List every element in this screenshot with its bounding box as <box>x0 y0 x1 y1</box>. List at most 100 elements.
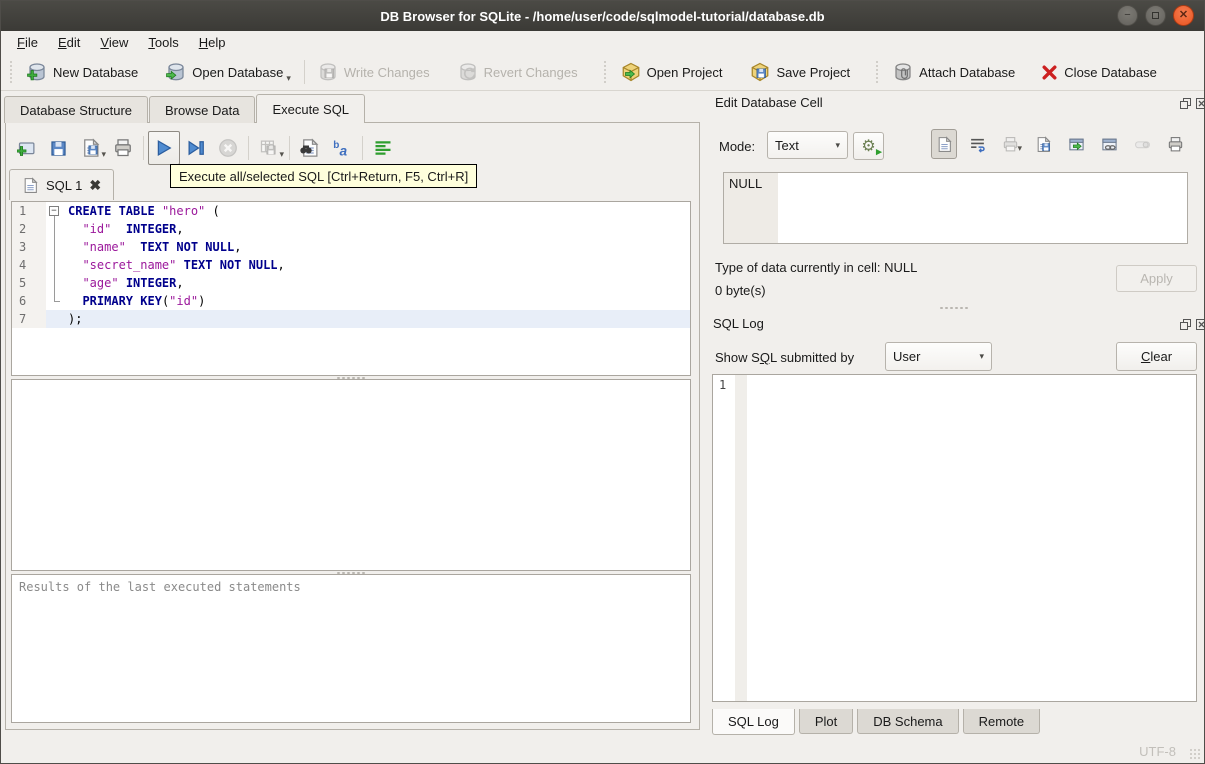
word-wrap-icon <box>969 136 986 153</box>
menu-view[interactable]: View <box>90 33 138 52</box>
fold-margin <box>46 274 64 292</box>
open-database-menu-caret[interactable]: ▾ <box>286 73 291 84</box>
open-database-icon <box>166 62 186 82</box>
toolbar-grip[interactable] <box>9 60 14 84</box>
tab-database-structure[interactable]: Database Structure <box>4 96 149 123</box>
fold-margin[interactable]: − <box>46 202 64 220</box>
window-maximize-button[interactable] <box>1145 5 1166 26</box>
dock-tab-plot[interactable]: Plot <box>798 709 854 734</box>
fold-collapse-icon[interactable]: − <box>49 206 59 216</box>
printer-icon <box>113 138 133 158</box>
new-database-icon <box>27 62 47 82</box>
results-grid-pane[interactable] <box>11 379 691 571</box>
dock-splitter[interactable] <box>939 306 969 310</box>
float-panel-icon[interactable] <box>1179 97 1192 110</box>
titlebar[interactable]: DB Browser for SQLite - /home/user/code/… <box>1 1 1204 31</box>
editor-line[interactable]: 6 PRIMARY KEY("id") <box>12 292 690 310</box>
sql-editor-tab[interactable]: SQL 1 ✖ <box>9 169 115 200</box>
mode-combobox[interactable]: Text ▾ <box>767 131 848 159</box>
open-external-icon <box>1068 136 1085 153</box>
auto-switch-mode-button[interactable]: ⚙ ▸ <box>853 132 884 160</box>
execute-all-icon <box>154 138 174 158</box>
open-external-button[interactable] <box>1063 129 1089 159</box>
printer-icon <box>1167 136 1184 153</box>
menu-file[interactable]: File <box>7 33 48 52</box>
stop-execution-button <box>212 131 244 165</box>
fold-margin <box>46 256 64 274</box>
editor-line[interactable]: 4 "secret_name" TEXT NOT NULL, <box>12 256 690 274</box>
execute-line-button[interactable] <box>180 131 212 165</box>
execute-all-button[interactable] <box>148 131 180 165</box>
sql-log-area[interactable]: 1 <box>712 374 1197 702</box>
close-panel-icon[interactable] <box>1195 97 1205 110</box>
menu-help[interactable]: Help <box>189 33 236 52</box>
line-number: 3 <box>12 238 46 256</box>
attach-database-button[interactable]: Attach Database <box>884 57 1024 87</box>
sql-editor[interactable]: 1− CREATE TABLE "hero" (2 "id" INTEGER, 3 … <box>11 201 691 376</box>
resize-grip[interactable] <box>1189 748 1201 760</box>
save-project-button[interactable]: Save Project <box>741 57 859 87</box>
editor-line[interactable]: 3 "name" TEXT NOT NULL, <box>12 238 690 256</box>
copy-link-button[interactable] <box>1096 129 1122 159</box>
stop-icon <box>218 138 238 158</box>
cell-editor-area[interactable]: NULL <box>723 172 1188 244</box>
dock-tab-remote[interactable]: Remote <box>962 709 1041 734</box>
tab-browse-data[interactable]: Browse Data <box>149 96 256 123</box>
open-sql-tab-button[interactable] <box>11 131 43 165</box>
print-sql-button[interactable] <box>107 131 139 165</box>
close-icon: ✕ <box>1178 9 1189 21</box>
text-document-icon <box>936 136 953 153</box>
save-file-icon <box>81 138 101 158</box>
close-database-button[interactable]: Close Database <box>1032 57 1166 87</box>
code-text: CREATE TABLE "hero" ( <box>68 204 220 218</box>
word-wrap-button[interactable] <box>964 129 990 159</box>
edit-cell-title: Edit Database Cell <box>715 95 823 110</box>
close-panel-icon[interactable] <box>1195 318 1205 331</box>
find-in-sql-button[interactable] <box>294 131 326 165</box>
ab-icon <box>332 138 352 158</box>
format-sql-button[interactable] <box>367 131 399 165</box>
fold-margin <box>46 238 64 256</box>
cell-null-gutter: NULL <box>724 173 778 243</box>
code-text: ); <box>64 310 690 328</box>
open-project-button[interactable]: Open Project <box>612 57 732 87</box>
log-filter-combobox[interactable]: User ▾ <box>885 342 992 371</box>
menu-tools[interactable]: Tools <box>138 33 188 52</box>
editor-line[interactable]: 1− CREATE TABLE "hero" ( <box>12 202 690 220</box>
line-number: 6 <box>12 292 46 310</box>
dock-tab-sql-log[interactable]: SQL Log <box>712 709 795 735</box>
main-tabbar: Database Structure Browse Data Execute S… <box>4 94 366 124</box>
write-changes-button: Write Changes <box>309 57 439 87</box>
save-sql-file-button[interactable]: ▾ <box>75 131 107 165</box>
float-panel-icon[interactable] <box>1179 318 1192 331</box>
text-mode-button[interactable] <box>931 129 957 159</box>
editor-line[interactable]: 5 "age" INTEGER, <box>12 274 690 292</box>
export-to-file-button[interactable] <box>1030 129 1056 159</box>
close-sql-tab-icon[interactable]: ✖ <box>89 177 101 194</box>
toolbar-grip[interactable] <box>602 60 608 84</box>
execute-line-icon <box>186 138 206 158</box>
new-database-button[interactable]: New Database <box>18 57 147 87</box>
tab-execute-sql[interactable]: Execute SQL <box>256 94 366 124</box>
dock-tab-db-schema[interactable]: DB Schema <box>857 709 959 734</box>
window-minimize-button[interactable]: − <box>1117 5 1138 26</box>
cell-editor-toolbar: ▾ <box>931 129 1188 159</box>
editor-line[interactable]: 7); <box>12 310 690 328</box>
messages-pane[interactable]: Results of the last executed statements <box>11 574 691 723</box>
menu-edit[interactable]: Edit <box>48 33 90 52</box>
open-database-button[interactable]: Open Database ▾ <box>157 57 300 87</box>
window-close-button[interactable]: ✕ <box>1173 5 1194 26</box>
format-lines-icon <box>373 138 393 158</box>
attach-database-icon <box>893 62 913 82</box>
toolbar-grip[interactable] <box>875 60 881 84</box>
editor-line[interactable]: 2 "id" INTEGER, <box>12 220 690 238</box>
clear-log-button[interactable]: Clear <box>1116 342 1197 371</box>
line-number: 5 <box>12 274 46 292</box>
auto-complete-button[interactable] <box>326 131 358 165</box>
code-text: PRIMARY KEY("id") <box>82 294 206 308</box>
print-cell-button[interactable] <box>1162 129 1188 159</box>
open-sql-file-button[interactable] <box>43 131 75 165</box>
mode-label: Mode: <box>719 139 756 154</box>
open-file-icon <box>49 138 69 158</box>
new-tab-icon <box>17 138 37 158</box>
